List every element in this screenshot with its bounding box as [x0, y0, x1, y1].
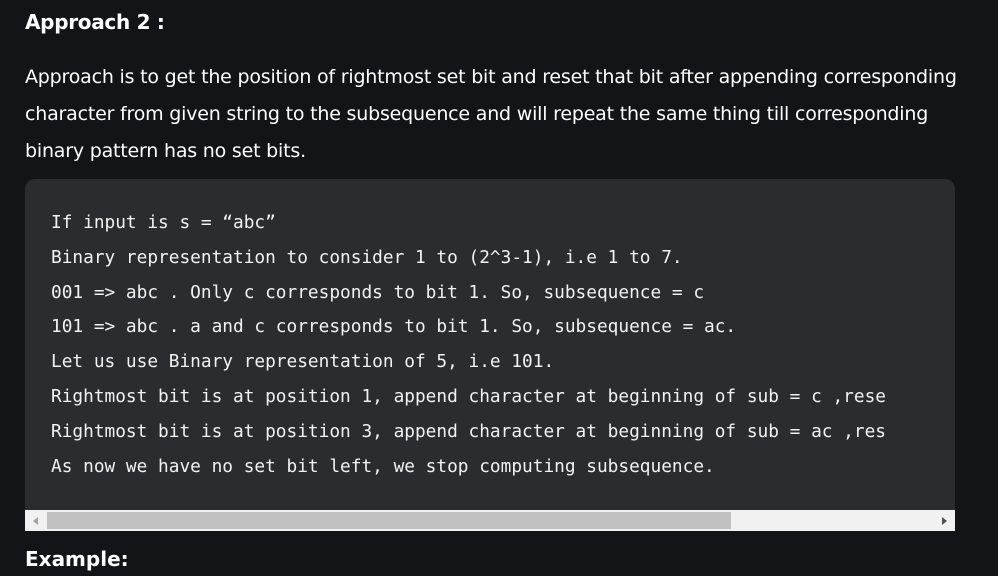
code-line: Let us use Binary representation of 5, i… [51, 351, 555, 373]
code-line: 001 => abc . Only c corresponds to bit 1… [51, 281, 705, 303]
code-line: As now we have no set bit left, we stop … [51, 455, 715, 477]
code-line: Binary representation to consider 1 to (… [51, 246, 683, 268]
triangle-right-icon [942, 516, 947, 525]
triangle-left-icon [33, 516, 38, 525]
code-line: 101 => abc . a and c corresponds to bit … [51, 316, 737, 338]
code-block: If input is s = “abc” Binary representat… [25, 179, 955, 531]
scrollbar-thumb[interactable] [47, 512, 731, 529]
code-line: If input is s = “abc” [51, 212, 276, 233]
code-line: Rightmost bit is at position 1, append c… [51, 385, 887, 407]
scroll-right-button[interactable] [936, 510, 953, 531]
scroll-left-button[interactable] [27, 510, 44, 531]
approach-description: Approach is to get the position of right… [25, 66, 957, 162]
section-heading: Approach 2 : [25, 10, 165, 34]
article-page: Approach 2 : Approach is to get the posi… [0, 0, 998, 576]
horizontal-scrollbar[interactable] [25, 510, 955, 531]
code-text: If input is s = “abc” Binary representat… [51, 206, 886, 484]
code-line: Rightmost bit is at position 3, append c… [51, 420, 887, 442]
example-heading: Example: [25, 547, 129, 571]
